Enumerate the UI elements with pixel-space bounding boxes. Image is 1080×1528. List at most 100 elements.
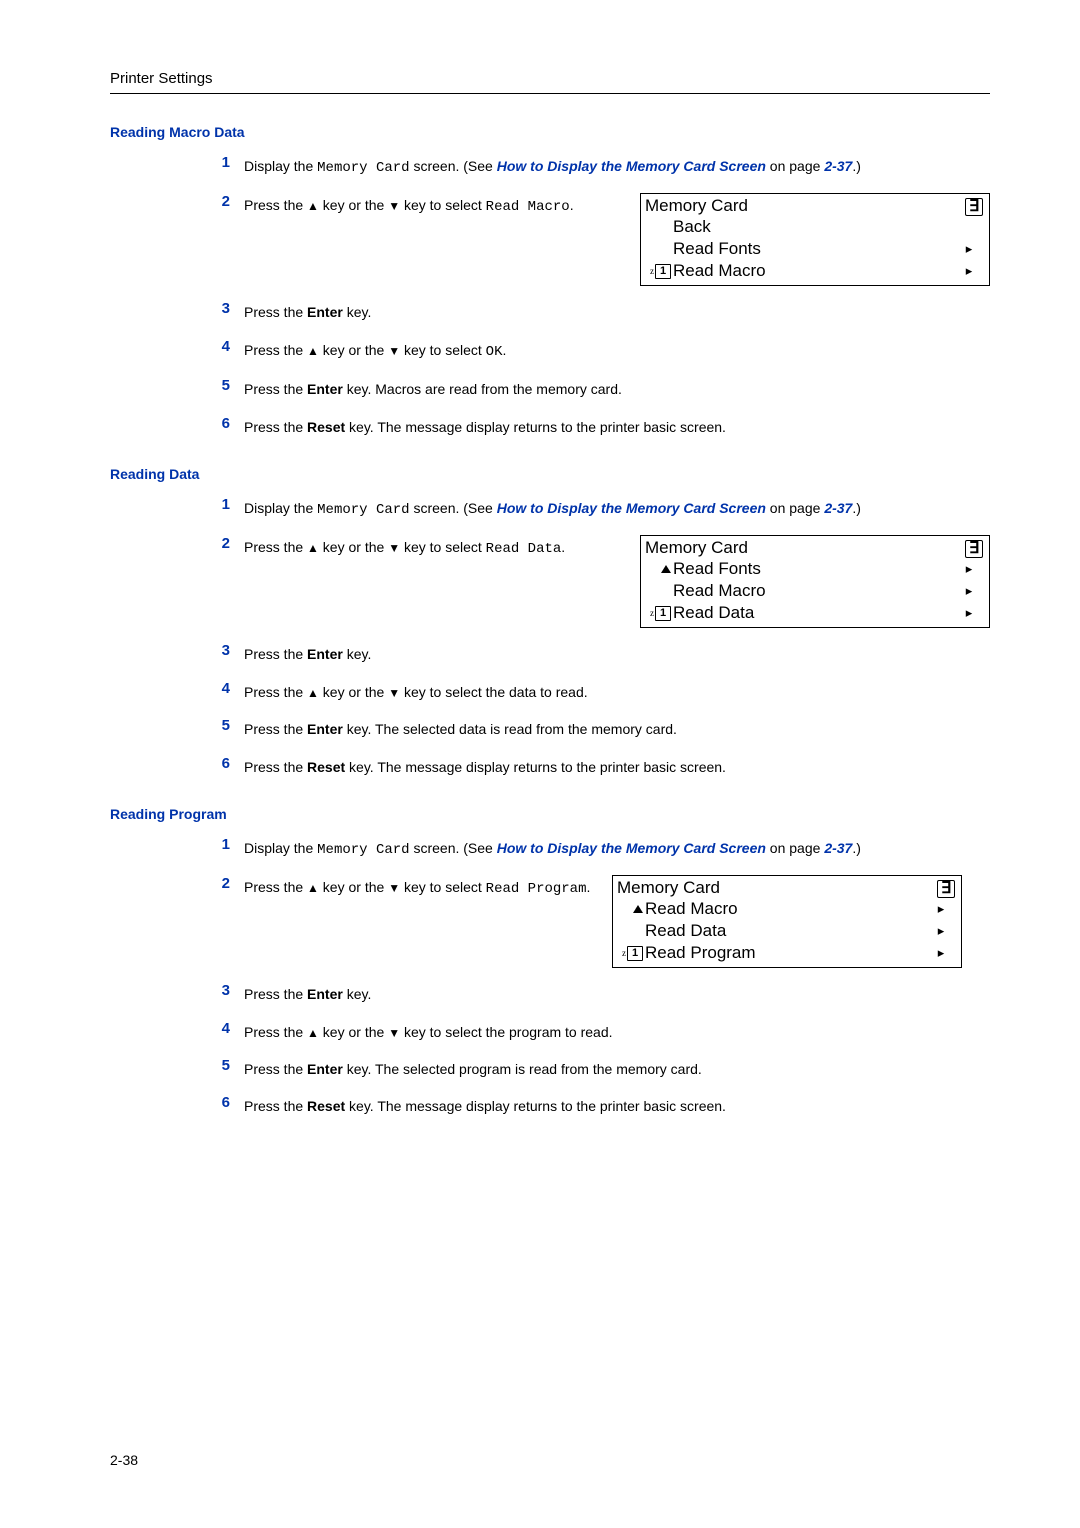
submenu-arrow-icon: ▸ (959, 605, 979, 621)
selection-marker-z: z (622, 949, 626, 958)
lcd-menu-item: Read Macro▸ (641, 580, 979, 602)
step-number: 5 (200, 377, 244, 394)
step-row: 6Press the Reset key. The message displa… (200, 415, 990, 438)
lcd-title: Memory Card (645, 538, 748, 558)
lcd-display: Memory Card ∃BackRead Fonts▸z1Read Macro▸ (640, 193, 990, 286)
step-number: 2 (200, 875, 244, 892)
lcd-item-indicator (641, 565, 673, 573)
lcd-title: Memory Card (645, 196, 748, 216)
step-text: Display the Memory Card screen. (See How… (244, 836, 990, 861)
step-row: 2Press the ▲ key or the ▼ key to select … (200, 875, 990, 968)
page-header-title: Printer Settings (110, 70, 990, 87)
page-reference-link[interactable]: 2-37 (824, 158, 852, 174)
cross-reference-link[interactable]: How to Display the Memory Card Screen (497, 500, 766, 516)
step-number: 3 (200, 982, 244, 999)
page: Printer Settings Reading Macro Data1Disp… (0, 0, 1080, 1528)
step-text: Press the ▲ key or the ▼ key to select R… (244, 535, 622, 560)
key-name: Enter (307, 381, 343, 397)
step-text: Press the Enter key. (244, 300, 990, 323)
step-list: 1Display the Memory Card screen. (See Ho… (200, 496, 990, 778)
lcd-item-indicator: z1 (613, 946, 645, 961)
page-reference-link[interactable]: 2-37 (824, 840, 852, 856)
lcd-item-label: Read Macro (673, 581, 959, 601)
key-name: Enter (307, 721, 343, 737)
step-row: 3Press the Enter key. (200, 642, 990, 665)
lcd-menu-item: Back (641, 216, 979, 238)
lcd-display: Memory Card∃Read Fonts▸Read Macro▸z1Read… (640, 535, 990, 628)
step-number: 6 (200, 755, 244, 772)
step-text: Press the Reset key. The message display… (244, 755, 990, 778)
step-number: 2 (200, 535, 244, 552)
scroll-up-icon (633, 905, 643, 913)
lcd-menu-item: Read Fonts▸ (641, 238, 979, 260)
up-triangle-icon: ▲ (307, 879, 319, 898)
step-number: 4 (200, 1020, 244, 1037)
lcd-display-wrap: Memory Card∃Read Fonts▸Read Macro▸z1Read… (640, 535, 990, 628)
section-heading: Reading Data (110, 466, 990, 482)
key-name: Enter (307, 986, 343, 1002)
down-triangle-icon: ▼ (388, 197, 400, 216)
mono-text: Memory Card (317, 160, 409, 176)
lcd-menu-item: Read Fonts▸ (641, 558, 979, 580)
up-triangle-icon: ▲ (307, 539, 319, 558)
selection-marker-box: 1 (655, 606, 671, 621)
section-heading: Reading Program (110, 806, 990, 822)
mono-text: Read Macro (486, 199, 570, 215)
submenu-arrow-icon: ▸ (959, 241, 979, 257)
lcd-title: Memory Card (617, 878, 720, 898)
step-list: 1Display the Memory Card screen. (See Ho… (200, 154, 990, 438)
step-text: Press the ▲ key or the ▼ key to select O… (244, 338, 990, 363)
step-row: 5Press the Enter key. Macros are read fr… (200, 377, 990, 400)
cross-reference-link[interactable]: How to Display the Memory Card Screen (497, 158, 766, 174)
key-name: Reset (307, 419, 345, 435)
step-number: 2 (200, 193, 244, 210)
cross-reference-link[interactable]: How to Display the Memory Card Screen (497, 840, 766, 856)
step-text: Press the Reset key. The message display… (244, 415, 990, 438)
mono-text: OK (486, 344, 503, 360)
mono-text: Memory Card (317, 502, 409, 518)
submenu-arrow-icon: ▸ (931, 923, 951, 939)
lcd-display-wrap: Memory Card ∃BackRead Fonts▸z1Read Macro▸ (640, 193, 990, 286)
step-number: 1 (200, 496, 244, 513)
down-triangle-icon: ▼ (388, 1024, 400, 1043)
key-name: Reset (307, 1098, 345, 1114)
down-triangle-icon: ▼ (388, 684, 400, 703)
selection-marker-box: 1 (627, 946, 643, 961)
step-row: 6Press the Reset key. The message displa… (200, 755, 990, 778)
lcd-corner-icon: ∃ (965, 198, 983, 216)
lcd-menu-item: Read Macro▸ (613, 898, 951, 920)
step-row: 4Press the ▲ key or the ▼ key to select … (200, 1020, 990, 1043)
lcd-menu-item: z1Read Macro▸ (641, 260, 979, 282)
page-reference-link[interactable]: 2-37 (824, 500, 852, 516)
step-row: 2Press the ▲ key or the ▼ key to select … (200, 193, 990, 286)
step-row: 3Press the Enter key. (200, 982, 990, 1005)
step-number: 3 (200, 642, 244, 659)
step-row: 2Press the ▲ key or the ▼ key to select … (200, 535, 990, 628)
lcd-item-indicator: z1 (641, 606, 673, 621)
step-text: Press the Enter key. The selected data i… (244, 717, 990, 740)
lcd-menu-item: Read Data▸ (613, 920, 951, 942)
section-heading: Reading Macro Data (110, 124, 990, 140)
step-number: 6 (200, 415, 244, 432)
step-number: 3 (200, 300, 244, 317)
step-number: 1 (200, 154, 244, 171)
step-number: 5 (200, 717, 244, 734)
submenu-arrow-icon: ▸ (959, 561, 979, 577)
lcd-item-label: Read Macro (645, 899, 931, 919)
key-name: Enter (307, 1061, 343, 1077)
lcd-item-label: Read Data (645, 921, 931, 941)
up-triangle-icon: ▲ (307, 684, 319, 703)
step-row: 1Display the Memory Card screen. (See Ho… (200, 836, 990, 861)
step-text: Press the ▲ key or the ▼ key to select t… (244, 1020, 990, 1043)
step-text: Press the ▲ key or the ▼ key to select t… (244, 680, 990, 703)
step-number: 5 (200, 1057, 244, 1074)
step-number: 6 (200, 1094, 244, 1111)
down-triangle-icon: ▼ (388, 539, 400, 558)
step-text: Press the Reset key. The message display… (244, 1094, 990, 1117)
up-triangle-icon: ▲ (307, 197, 319, 216)
step-text: Press the Enter key. Macros are read fro… (244, 377, 990, 400)
submenu-arrow-icon: ▸ (931, 901, 951, 917)
selection-marker-z: z (650, 267, 654, 276)
step-row: 3Press the Enter key. (200, 300, 990, 323)
lcd-corner-icon: ∃ (937, 880, 955, 898)
